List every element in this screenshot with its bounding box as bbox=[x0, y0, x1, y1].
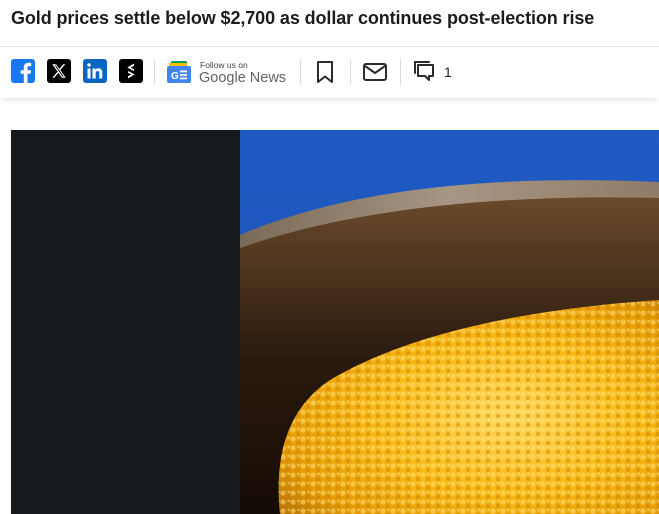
gold-granules-photo bbox=[240, 130, 659, 514]
facebook-share-button[interactable] bbox=[11, 59, 35, 83]
google-news-follow-button[interactable]: G Follow us on Google News bbox=[167, 57, 291, 87]
google-news-icon: G bbox=[167, 61, 191, 83]
linkedin-share-button[interactable] bbox=[83, 59, 107, 83]
comments-count: 1 bbox=[444, 64, 452, 80]
comments-icon bbox=[414, 61, 434, 81]
toolbar-divider bbox=[300, 59, 301, 85]
x-share-button[interactable] bbox=[47, 59, 71, 83]
toolbar-divider bbox=[400, 59, 401, 85]
linkedin-icon bbox=[87, 63, 103, 79]
facebook-icon bbox=[20, 62, 32, 83]
email-share-button[interactable] bbox=[362, 60, 388, 84]
article-headline: Gold prices settle below $2,700 as dolla… bbox=[11, 8, 595, 28]
toolbar-divider bbox=[350, 59, 351, 85]
svg-text:G: G bbox=[171, 71, 179, 82]
bookmark-icon bbox=[317, 61, 333, 83]
share-toolbar: G Follow us on Google News 1 bbox=[0, 46, 659, 98]
bookmark-button[interactable] bbox=[314, 60, 336, 84]
google-news-small-label: Follow us on bbox=[200, 60, 248, 70]
google-news-label: Google News bbox=[199, 70, 287, 86]
x-icon bbox=[52, 64, 66, 78]
article-hero-image bbox=[11, 130, 659, 514]
stocktwits-icon bbox=[127, 63, 135, 79]
toolbar-divider bbox=[154, 59, 155, 85]
comments-button[interactable]: 1 bbox=[412, 60, 460, 84]
stocktwits-share-button[interactable] bbox=[119, 59, 143, 83]
mail-icon bbox=[363, 63, 387, 81]
